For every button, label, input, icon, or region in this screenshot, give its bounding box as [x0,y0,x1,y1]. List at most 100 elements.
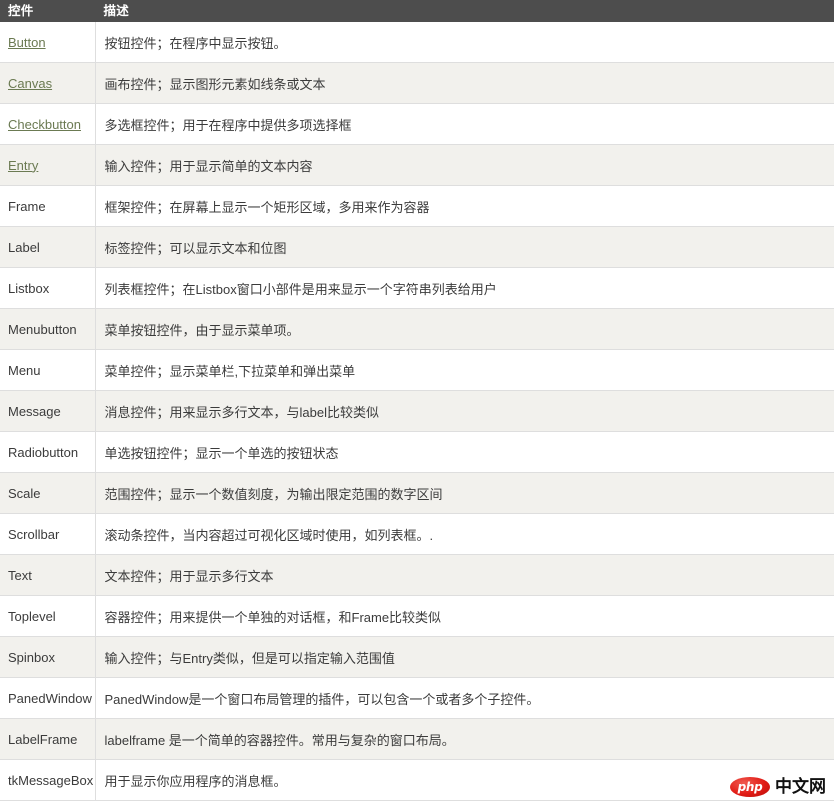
widget-description-text: labelframe 是一个简单的容器控件。常用与复杂的窗口布局。 [104,732,455,748]
table-row: tkMessageBox 用于显示你应用程序的消息框。 [0,759,834,801]
widget-link[interactable]: Entry [8,158,38,173]
cell-widget-name: Scale [0,472,96,514]
cell-widget-name: Frame [0,185,96,227]
cell-widget-name: Label [0,226,96,268]
widget-name-text: Scale [8,485,41,501]
widget-description-text: 多选框控件；用于在程序中提供多项选择框 [104,117,352,133]
table-row: Entry 输入控件；用于显示简单的文本内容 [0,144,834,186]
cell-description: 容器控件；用来提供一个单独的对话框，和Frame比较类似 [95,595,834,637]
widget-name-text: Scrollbar [8,526,60,542]
cell-widget-name: Scrollbar [0,513,96,555]
table-row: Message 消息控件；用来显示多行文本，与label比较类似 [0,390,834,432]
widget-description-text: 框架控件；在屏幕上显示一个矩形区域，多用来作为容器 [104,199,430,215]
widget-description-text: PanedWindow是一个窗口布局管理的插件，可以包含一个或者多个子控件。 [104,691,540,707]
cell-widget-name: PanedWindow [0,677,96,719]
widget-link[interactable]: Checkbutton [8,117,81,132]
cell-description: 画布控件；显示图形元素如线条或文本 [95,62,834,104]
table-row: Frame 框架控件；在屏幕上显示一个矩形区域，多用来作为容器 [0,185,834,227]
table-row: PanedWindow PanedWindow是一个窗口布局管理的插件，可以包含一… [0,677,834,719]
table-row: Scrollbar 滚动条控件，当内容超过可视化区域时使用，如列表框。. [0,513,834,555]
cell-widget-name: Menubutton [0,308,96,350]
widget-description-text: 用于显示你应用程序的消息框。 [104,773,287,789]
widget-description-text: 列表框控件；在Listbox窗口小部件是用来显示一个字符串列表给用户 [104,281,497,297]
column-header-widget: 控件 [0,0,95,22]
table-header: 控件 描述 [0,0,834,22]
cell-widget-name: Text [0,554,96,596]
cell-widget-name: Radiobutton [0,431,96,473]
cell-description: labelframe 是一个简单的容器控件。常用与复杂的窗口布局。 [95,718,834,760]
cell-description: 按钮控件；在程序中显示按钮。 [95,22,834,63]
cell-widget-name: Message [0,390,96,432]
widget-description-text: 容器控件；用来提供一个单独的对话框，和Frame比较类似 [104,609,442,625]
cell-description: 标签控件；可以显示文本和位图 [95,226,834,268]
widget-name-text: PanedWindow [8,690,92,706]
table-row: Spinbox 输入控件；与Entry类似，但是可以指定输入范围值 [0,636,834,678]
cell-widget-name: Toplevel [0,595,96,637]
cell-widget-name: Listbox [0,267,96,309]
widget-description-text: 输入控件；用于显示简单的文本内容 [104,158,313,174]
widget-description-text: 单选按钮控件；显示一个单选的按钮状态 [104,445,339,461]
cell-description: 列表框控件；在Listbox窗口小部件是用来显示一个字符串列表给用户 [95,267,834,309]
widget-description-text: 滚动条控件，当内容超过可视化区域时使用，如列表框。. [104,527,434,543]
table-row: Menu 菜单控件；显示菜单栏,下拉菜单和弹出菜单 [0,349,834,391]
cell-description: 多选框控件；用于在程序中提供多项选择框 [95,103,834,145]
widget-name-text: Message [8,403,61,419]
cell-description: 单选按钮控件；显示一个单选的按钮状态 [95,431,834,473]
widget-name-text: Text [8,567,32,583]
widget-name-text: Toplevel [8,608,56,624]
cell-description: 用于显示你应用程序的消息框。 [95,759,834,801]
cell-description: 菜单控件；显示菜单栏,下拉菜单和弹出菜单 [95,349,834,391]
widget-name-text: Frame [8,198,46,214]
cell-description: 菜单按钮控件，由于显示菜单项。 [95,308,834,350]
widget-name-text: Listbox [8,280,50,296]
column-header-description: 描述 [94,0,834,22]
widget-description-text: 范围控件；显示一个数值刻度，为输出限定范围的数字区间 [104,486,443,502]
table-row: Button 按钮控件；在程序中显示按钮。 [0,22,834,63]
widget-description-text: 文本控件；用于显示多行文本 [104,568,274,584]
table-row: LabelFrame labelframe 是一个简单的容器控件。常用与复杂的窗口… [0,718,834,760]
cell-widget-name: Canvas [0,62,96,104]
table-row: Checkbutton 多选框控件；用于在程序中提供多项选择框 [0,103,834,145]
widget-description-text: 输入控件；与Entry类似，但是可以指定输入范围值 [104,650,395,666]
cell-description: 消息控件；用来显示多行文本，与label比较类似 [95,390,834,432]
table-row: Text 文本控件；用于显示多行文本 [0,554,834,596]
widget-description-text: 菜单按钮控件，由于显示菜单项。 [104,322,300,338]
cell-description: 输入控件；用于显示简单的文本内容 [95,144,834,186]
widget-description-text: 标签控件；可以显示文本和位图 [104,240,287,256]
widget-description-text: 画布控件；显示图形元素如线条或文本 [104,76,326,92]
widget-name-text: Radiobutton [8,444,79,460]
widget-name-text: Menubutton [8,321,77,337]
widget-link[interactable]: Canvas [8,76,52,91]
widget-name-text: Label [8,239,40,255]
widget-name-text: tkMessageBox [8,772,94,788]
table-row: Menubutton 菜单按钮控件，由于显示菜单项。 [0,308,834,350]
cell-description: 文本控件；用于显示多行文本 [95,554,834,596]
table-row: Toplevel 容器控件；用来提供一个单独的对话框，和Frame比较类似 [0,595,834,637]
cell-widget-name: LabelFrame [0,718,96,760]
widget-description-text: 菜单控件；显示菜单栏,下拉菜单和弹出菜单 [104,363,356,379]
cell-description: 输入控件；与Entry类似，但是可以指定输入范围值 [95,636,834,678]
table-body: Button 按钮控件；在程序中显示按钮。 Canvas 画布控件；显示图形元素如线条… [0,22,834,801]
widget-name-text: Spinbox [8,649,55,665]
widget-name-text: LabelFrame [8,731,78,747]
widget-name-text: Menu [8,362,41,378]
table-row: Scale 范围控件；显示一个数值刻度，为输出限定范围的数字区间 [0,472,834,514]
cell-widget-name: Spinbox [0,636,96,678]
cell-description: 框架控件；在屏幕上显示一个矩形区域，多用来作为容器 [95,185,834,227]
cell-widget-name: Checkbutton [0,103,96,145]
table-row: Listbox 列表框控件；在Listbox窗口小部件是用来显示一个字符串列表给用… [0,267,834,309]
widget-link[interactable]: Button [8,35,46,50]
table-header-row: 控件 描述 [0,0,834,22]
cell-widget-name: tkMessageBox [0,759,96,801]
table-row: Radiobutton 单选按钮控件；显示一个单选的按钮状态 [0,431,834,473]
cell-description: 范围控件；显示一个数值刻度，为输出限定范围的数字区间 [95,472,834,514]
cell-description: 滚动条控件，当内容超过可视化区域时使用，如列表框。. [95,513,834,555]
widget-description-text: 按钮控件；在程序中显示按钮。 [104,35,287,51]
widget-description-text: 消息控件；用来显示多行文本，与label比较类似 [104,404,379,420]
cell-widget-name: Menu [0,349,96,391]
table-row: Canvas 画布控件；显示图形元素如线条或文本 [0,62,834,104]
table-row: Label 标签控件；可以显示文本和位图 [0,226,834,268]
tkinter-widgets-table: 控件 描述 Button 按钮控件；在程序中显示按钮。 Canvas 画布控件；显示图… [0,0,834,801]
cell-widget-name: Button [0,22,96,63]
cell-widget-name: Entry [0,144,96,186]
